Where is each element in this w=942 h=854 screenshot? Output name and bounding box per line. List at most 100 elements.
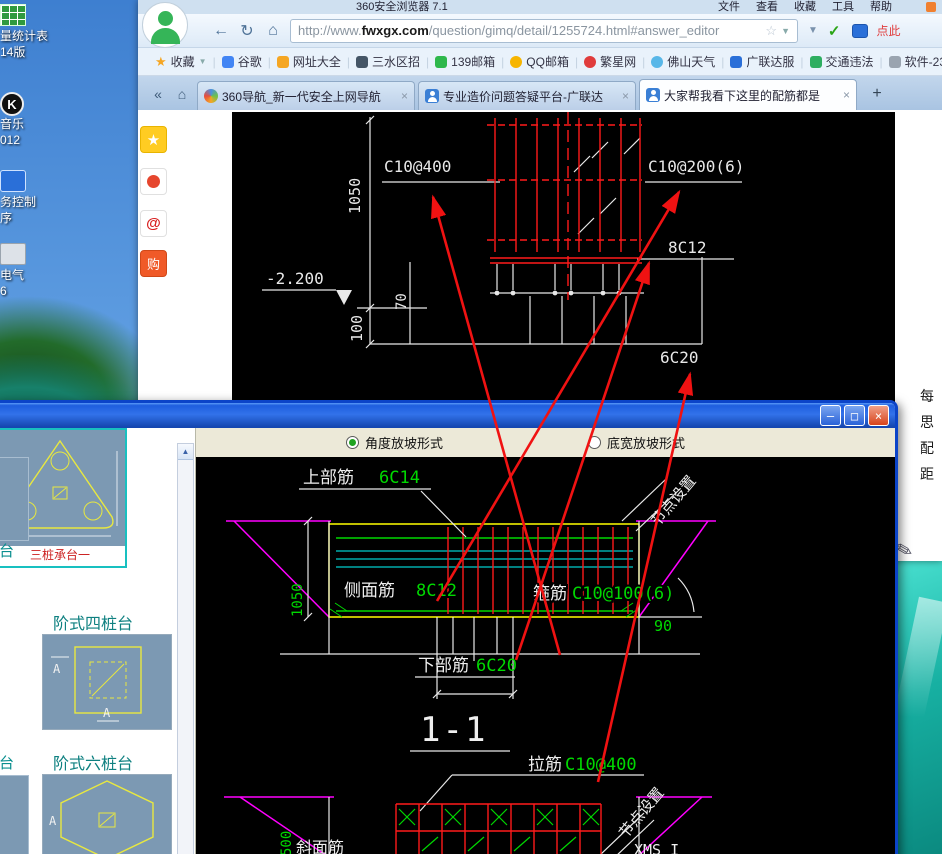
dim-70: 70 <box>394 293 410 310</box>
radio-width-slope[interactable]: 底宽放坡形式 <box>588 433 685 452</box>
url-domain: fwxgx.com <box>362 23 429 38</box>
sidebar-shop-icon[interactable]: 购 <box>140 250 167 277</box>
template-four-pile[interactable]: A A <box>42 634 172 730</box>
tab-scroll-left-button[interactable]: « <box>146 82 170 106</box>
bookmark-item[interactable]: 谷歌 <box>217 53 267 70</box>
section-mark-a: A <box>103 706 111 720</box>
weibo-dot <box>147 175 160 188</box>
close-button[interactable]: × <box>868 405 889 426</box>
template-six-pile[interactable]: A <box>42 774 172 854</box>
sidebar-mail-icon[interactable]: @ <box>140 210 167 237</box>
safety-check-icon[interactable]: ✓ <box>828 22 841 40</box>
desktop-icon-service[interactable]: 务控制 序 <box>0 170 80 226</box>
cad-drawing-top: C10@400 C10@200(6) 8C12 6C20 -2.200 1050… <box>232 112 895 404</box>
bookmark-label: 软件-234 <box>905 53 942 70</box>
desktop-icon-electric[interactable]: 电气 6 <box>0 243 80 299</box>
radio-selected-icon[interactable] <box>346 436 359 449</box>
tab-close-icon[interactable]: × <box>843 88 850 102</box>
bookmark-item[interactable]: QQ邮箱 <box>505 53 574 70</box>
titlebar-mini-icon[interactable] <box>926 2 936 12</box>
radio-label: 底宽放坡形式 <box>607 433 685 452</box>
dialog-body: 台 三桩承台一 <box>0 428 895 854</box>
elevation-marker <box>336 290 352 305</box>
refresh-button[interactable]: ↻ <box>234 18 260 44</box>
template-cut-label: 台 <box>0 540 14 561</box>
favorite-star-icon[interactable]: ☆ <box>765 23 777 39</box>
bookmark-icon <box>889 56 901 68</box>
user-avatar[interactable] <box>142 2 188 48</box>
slope-type-options: 角度放坡形式 底宽放坡形式 <box>196 428 895 457</box>
sidebar-weibo-icon[interactable] <box>140 168 167 195</box>
tab-qa-platform[interactable]: 专业造价问题答疑平台-广联达 × <box>418 81 636 110</box>
menu-file[interactable]: 文件 <box>718 1 740 14</box>
address-dropdown-icon[interactable]: ▼ <box>781 26 790 36</box>
radio-angle-slope[interactable]: 角度放坡形式 <box>346 433 443 452</box>
menu-view[interactable]: 查看 <box>756 1 778 14</box>
bookmark-item[interactable]: 佛山天气 <box>646 53 720 70</box>
template-title-six-pile[interactable]: 阶式六桩台 <box>53 750 133 774</box>
label-elevation: -2.200 <box>266 269 324 288</box>
tab-close-icon[interactable]: × <box>622 89 629 103</box>
back-button[interactable]: ← <box>208 18 234 44</box>
desktop-icon-music[interactable]: K 音乐 012 <box>0 92 80 148</box>
ocean-wallpaper <box>895 558 942 854</box>
radio-unselected-icon[interactable] <box>588 436 601 449</box>
bookmark-item[interactable]: 繁星网 <box>579 53 641 70</box>
tab-rebar-question[interactable]: 大家帮我看下这里的配筋都是 × <box>639 79 857 110</box>
tab-label: 专业造价问题答疑平台-广联达 <box>443 88 618 105</box>
label-bottom-bar: 下部筋 <box>418 656 469 676</box>
new-tab-button[interactable]: + <box>863 82 891 106</box>
box-icon <box>0 243 26 265</box>
value-side-bar: 8C12 <box>416 581 457 601</box>
icon-label: 012 <box>0 132 80 148</box>
radio-label: 角度放坡形式 <box>365 433 443 452</box>
cad-top-texts: C10@400 C10@200(6) 8C12 6C20 -2.200 1050… <box>266 157 744 367</box>
bookmark-favorites[interactable]: ★ 收藏 ▼ <box>150 53 212 70</box>
home-button[interactable]: ⌂ <box>260 18 286 44</box>
value-top-bar: 6C14 <box>379 468 420 488</box>
sidebar-star-icon[interactable]: ★ <box>140 126 167 153</box>
minimize-button[interactable]: – <box>820 405 841 426</box>
bookmark-item[interactable]: 交通违法 <box>805 53 879 70</box>
bookmark-item[interactable]: 广联达服 <box>725 53 799 70</box>
tab-home-button[interactable]: ⌂ <box>170 82 194 106</box>
browser-titlebar[interactable]: 360安全浏览器 7.1 文件 查看 收藏 工具 帮助 <box>138 0 942 14</box>
bookmark-label: 繁星网 <box>600 53 636 70</box>
bookmark-label: 三水区招 <box>372 53 420 70</box>
tab-360-nav[interactable]: 360导航_新一代安全上网导航 × <box>197 81 415 110</box>
bookmark-label: QQ邮箱 <box>526 53 569 70</box>
icon-label: 务控制 <box>0 194 80 210</box>
menu-tools[interactable]: 工具 <box>832 1 854 14</box>
dim-bottom: 500 <box>279 831 295 854</box>
dialog-titlebar[interactable]: – □ × <box>0 403 895 428</box>
side-text-line: 距 <box>920 464 934 484</box>
desktop-icon-stats[interactable]: 量统计表 14版 <box>0 4 80 60</box>
menu-favorites[interactable]: 收藏 <box>794 1 816 14</box>
template-thumb-cut[interactable] <box>0 457 29 541</box>
bookmark-icon <box>277 56 289 68</box>
toolbar-dropdown-icon[interactable]: ▼ <box>808 25 818 36</box>
bookmark-label: 139邮箱 <box>451 53 495 70</box>
bottom-green-hatches <box>399 809 599 851</box>
bookmark-item[interactable]: 网址大全 <box>272 53 346 70</box>
address-bar[interactable]: http://www.fwxgx.com/question/gimq/detai… <box>290 19 798 43</box>
section-mark-a: A <box>53 662 61 676</box>
chevron-down-icon: ▼ <box>199 57 207 66</box>
label-node-setting-bottom: 节点设置 <box>615 784 667 842</box>
scroll-up-arrow[interactable]: ▲ <box>178 444 193 460</box>
panel-scrollbar[interactable]: ▲ <box>177 443 194 854</box>
template-title-four-pile[interactable]: 阶式四桩台 <box>53 610 133 634</box>
k-logo-icon: K <box>0 92 24 116</box>
toolbar-hint-link[interactable]: 点此 <box>876 22 900 39</box>
maximize-button[interactable]: □ <box>844 405 865 426</box>
value-stirrup: C10@100(6) <box>572 584 674 604</box>
icon-label: 音乐 <box>0 116 80 132</box>
bookmark-icon <box>510 56 522 68</box>
tab-close-icon[interactable]: × <box>401 89 408 103</box>
bookmark-item[interactable]: 三水区招 <box>351 53 425 70</box>
menu-help[interactable]: 帮助 <box>870 1 892 14</box>
bookmark-item[interactable]: 软件-234 <box>884 53 942 70</box>
screenshot-tool-icon[interactable] <box>852 24 868 38</box>
template-thumb-cut[interactable] <box>0 775 29 854</box>
bookmark-item[interactable]: 139邮箱 <box>430 53 500 70</box>
